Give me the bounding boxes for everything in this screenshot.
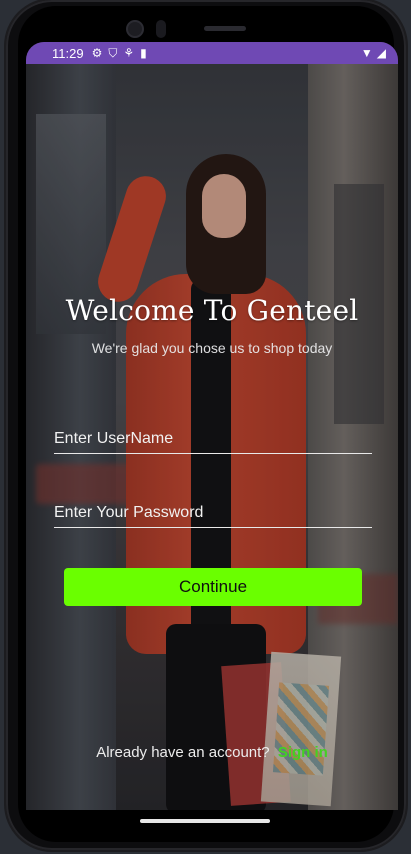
- password-input[interactable]: [54, 504, 372, 522]
- sd-card-icon: ▮: [140, 46, 147, 60]
- username-field[interactable]: [54, 424, 372, 454]
- status-time: 11:29: [52, 45, 84, 61]
- earpiece-speaker: [204, 26, 246, 31]
- continue-button[interactable]: Continue: [64, 568, 362, 606]
- status-right-icons: ▼ ◢: [361, 46, 386, 60]
- welcome-title: Welcome To Genteel: [65, 294, 359, 327]
- home-gesture-bar[interactable]: [140, 819, 270, 823]
- welcome-subtitle: We're glad you chose us to shop today: [91, 340, 333, 356]
- front-camera: [126, 20, 144, 38]
- shield-icon: ⛉: [108, 45, 118, 60]
- sensor: [156, 20, 166, 38]
- notification-icon: ⚘: [123, 46, 135, 60]
- username-input[interactable]: [54, 430, 372, 448]
- password-field[interactable]: [54, 498, 372, 528]
- gear-icon: ⚙: [91, 46, 103, 60]
- signin-row: Already have an account? Sign in: [26, 744, 398, 761]
- account-prompt: Already have an account?: [96, 744, 270, 761]
- phone-frame: 11:29 ⚙ ⛉ ⚘ ▮ ▼ ◢ Welcome To Genteel We'…: [6, 0, 406, 850]
- status-bar: 11:29 ⚙ ⛉ ⚘ ▮ ▼ ◢: [26, 42, 398, 64]
- signin-link[interactable]: Sign in: [278, 744, 328, 761]
- signal-icon: ◢: [376, 46, 386, 60]
- app-screen: 11:29 ⚙ ⛉ ⚘ ▮ ▼ ◢ Welcome To Genteel We'…: [26, 42, 398, 810]
- wifi-icon: ▼: [360, 46, 373, 60]
